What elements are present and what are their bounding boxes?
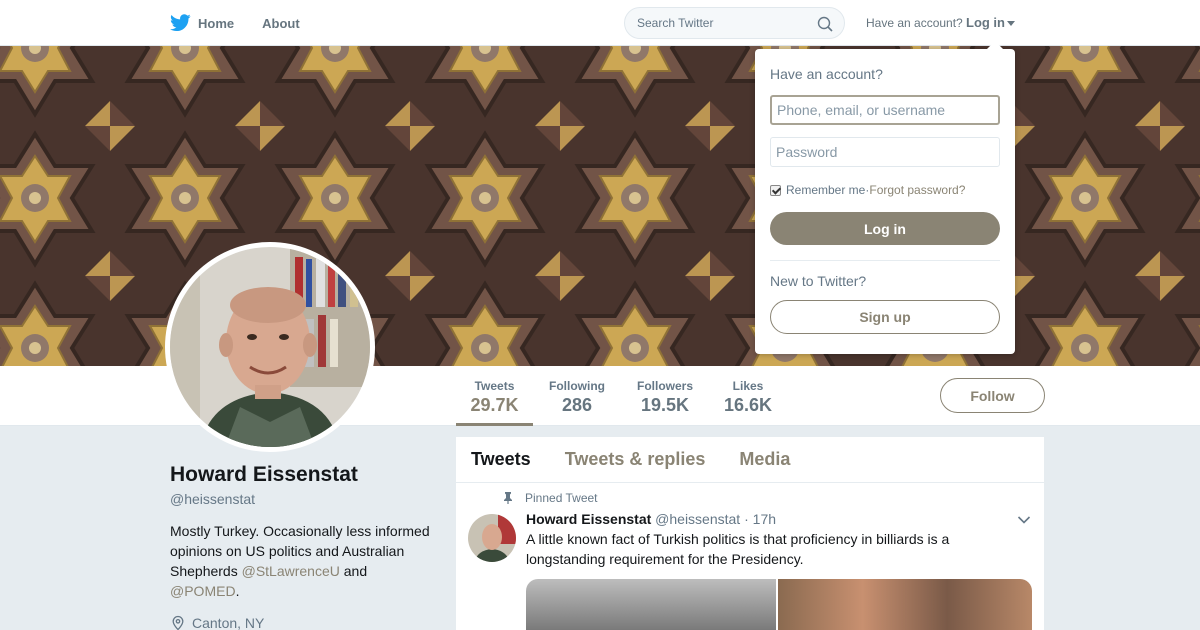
tweet-media-photo-2[interactable] (778, 579, 1032, 630)
tab-tweets-replies[interactable]: Tweets & replies (565, 449, 706, 470)
tweet-avatar[interactable] (468, 514, 516, 562)
stat-label: Likes (732, 379, 764, 393)
stat-label: Following (549, 379, 605, 393)
profile-avatar[interactable] (165, 242, 375, 452)
bio-mention-link[interactable]: @StLawrenceU (242, 563, 340, 579)
caret-down-icon (1007, 21, 1015, 27)
stat-likes[interactable]: Likes 16.6K (720, 366, 776, 426)
bio-mention-link[interactable]: @POMED (170, 583, 236, 599)
location-text: Canton, NY (192, 615, 265, 630)
nav-home-link[interactable]: Home (198, 16, 234, 31)
search-placeholder: Search Twitter (637, 16, 714, 30)
profile-name: Howard Eissenstat (170, 463, 358, 486)
profile-bio: Mostly Turkey. Occasionally less informe… (170, 521, 440, 601)
remember-me-label[interactable]: Remember me (786, 183, 865, 197)
login-dropdown: Have an account? Remember me · Forgot pa… (755, 41, 1015, 354)
username-field[interactable] (770, 95, 1000, 125)
pinned-label-text: Pinned Tweet (525, 491, 598, 505)
follow-button[interactable]: Follow (940, 378, 1045, 413)
pin-icon (504, 492, 512, 504)
tweet-author-handle[interactable]: @heissenstat (655, 511, 740, 527)
tweet-timestamp[interactable]: 17h (753, 511, 776, 527)
search-icon[interactable] (817, 16, 833, 32)
tweet-media[interactable] (526, 579, 1032, 630)
login-button[interactable]: Log in (770, 212, 1000, 245)
remember-me-row: Remember me · Forgot password? (770, 183, 965, 197)
tweet-header: Howard Eissenstat @heissenstat · 17h (526, 511, 776, 527)
top-nav: Home About Search Twitter Have an accoun… (0, 0, 1200, 46)
stat-followers[interactable]: Followers 19.5K (633, 366, 697, 426)
pinned-tweet-label: Pinned Tweet (502, 491, 598, 505)
tweet-separator: · (740, 511, 753, 527)
tweet-text: A little known fact of Turkish politics … (526, 531, 950, 567)
forgot-password-link[interactable]: Forgot password? (869, 183, 965, 197)
nav-left: Home About (170, 0, 328, 46)
stat-value: 16.6K (723, 395, 773, 415)
stat-tweets[interactable]: Tweets 29.7K (456, 366, 533, 426)
divider (770, 260, 1000, 261)
twitter-bird-icon[interactable] (170, 14, 191, 32)
nav-about-link[interactable]: About (262, 16, 300, 31)
chevron-down-icon[interactable] (1017, 515, 1031, 525)
new-to-twitter-text: New to Twitter? (770, 273, 867, 289)
tab-tweets[interactable]: Tweets (471, 449, 531, 470)
avatar-photo (170, 247, 370, 447)
stat-following[interactable]: Following 286 (545, 366, 609, 426)
search-input[interactable]: Search Twitter (624, 7, 845, 39)
tab-media[interactable]: Media (739, 449, 790, 470)
login-dropdown-toggle[interactable]: Log in (966, 15, 1015, 30)
bio-text: and (339, 563, 368, 579)
remember-me-checkbox[interactable] (770, 184, 781, 196)
have-account-text: Have an account? (866, 16, 963, 30)
password-field[interactable] (770, 137, 1000, 167)
location-pin-icon (172, 615, 184, 630)
stat-value: 286 (561, 395, 593, 415)
login-link-label: Log in (966, 15, 1005, 30)
tweet-author-name[interactable]: Howard Eissenstat (526, 511, 651, 527)
timeline-tabs: Tweets Tweets & replies Media (456, 437, 1044, 483)
tweet-avatar-photo (468, 514, 516, 562)
stat-label: Tweets (474, 379, 515, 393)
login-dropdown-title: Have an account? (770, 66, 883, 82)
stat-value: 29.7K (470, 395, 519, 415)
tweet-media-photo-1[interactable] (526, 579, 778, 630)
profile-handle[interactable]: @heissenstat (170, 491, 255, 507)
stat-value: 19.5K (640, 395, 690, 415)
profile-location: Canton, NY (170, 615, 264, 630)
bio-text: . (235, 583, 240, 599)
signup-button[interactable]: Sign up (770, 300, 1000, 334)
stat-label: Followers (636, 379, 693, 393)
timeline: Tweets Tweets & replies Media Pinned Twe… (456, 437, 1044, 630)
